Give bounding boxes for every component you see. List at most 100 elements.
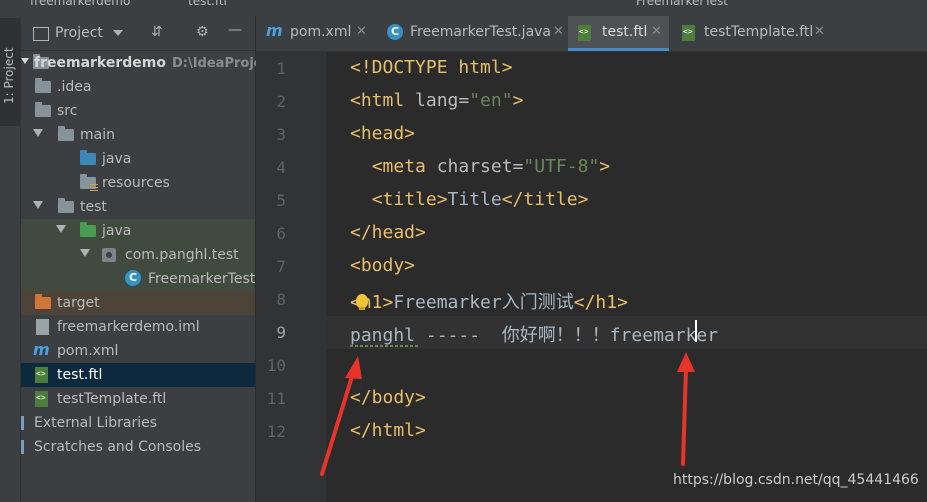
tree-item-label: testTemplate.ftl	[57, 391, 167, 407]
code-text: panghl ----- 你好啊！！！freemarker	[350, 321, 718, 347]
code-line-current[interactable]: panghl ----- 你好啊！！！freemarker	[326, 316, 927, 349]
tree-item-package[interactable]: com.panghl.test	[21, 243, 255, 267]
tree-item-label: src	[57, 103, 78, 119]
code-line[interactable]: <!DOCTYPE html>	[326, 52, 927, 85]
project-panel-title[interactable]: Project	[55, 25, 103, 41]
folder-icon	[35, 78, 51, 93]
tree-item-module[interactable]: freemarkerdemo D:\IdeaProject	[21, 51, 277, 75]
code-line[interactable]: <meta charset="UTF-8">	[326, 151, 927, 184]
tree-item-label: target	[57, 295, 100, 311]
folder-icon	[58, 126, 74, 141]
tab-freemarkertest-java[interactable]: C FreemarkerTest.java ✕	[377, 16, 567, 51]
tree-item-freemarkertest[interactable]: C FreemarkerTest	[21, 267, 255, 291]
scratches-icon	[21, 440, 24, 454]
code-tag: <!DOCTYPE html>	[350, 57, 513, 78]
breadcrumb-project[interactable]: freemarkerdemo	[30, 0, 130, 8]
line-number: 8	[276, 290, 286, 309]
code-line[interactable]: <h1>Freemarker入门测试</h1>	[326, 283, 927, 316]
tree-item-label: External Libraries	[34, 415, 157, 431]
tree-item-label: resources	[102, 175, 170, 191]
ftl-file-icon	[35, 367, 48, 383]
tree-item-external-libraries[interactable]: External Libraries	[21, 411, 255, 435]
close-icon[interactable]: ✕	[553, 24, 564, 39]
chevron-down-icon[interactable]	[21, 58, 29, 64]
code-tag: </head>	[350, 222, 426, 243]
tree-item-label: com.panghl.test	[125, 247, 239, 263]
tree-item-label: pom.xml	[57, 343, 119, 359]
gear-icon[interactable]: ⚙	[196, 24, 209, 40]
code-tag: </html>	[350, 420, 426, 441]
chevron-down-icon[interactable]	[80, 249, 90, 257]
chevron-down-icon[interactable]	[56, 225, 66, 233]
code-line[interactable]: <html lang="en">	[326, 85, 927, 118]
project-tool-tab[interactable]: 1: Project	[0, 18, 20, 126]
line-number: 6	[276, 224, 286, 243]
code-tag: <meta	[371, 156, 426, 177]
tree-item-idea[interactable]: .idea	[21, 75, 255, 99]
tree-item-target[interactable]: target	[21, 291, 255, 315]
ftl-file-icon	[578, 25, 591, 41]
breadcrumb-file[interactable]: test.ftl	[188, 0, 227, 8]
tree-item-label: java	[102, 151, 132, 167]
code-tag: </h1>	[573, 292, 628, 313]
tree-item-resources[interactable]: resources	[21, 171, 255, 195]
tree-item-label: freemarkerdemo.iml	[57, 319, 200, 335]
tree-item-test-ftl[interactable]: test.ftl	[21, 363, 255, 387]
watermark: https://blog.csdn.net/qq_45441466	[673, 472, 919, 488]
minimize-icon[interactable]: —	[228, 22, 242, 38]
tree-item-src[interactable]: src	[21, 99, 255, 123]
folder-icon	[35, 102, 51, 117]
chevron-down-icon[interactable]	[113, 30, 123, 36]
tree-item-label: freemarkerdemo D:\IdeaProject	[34, 55, 277, 71]
tree-item-main-java[interactable]: java	[21, 147, 255, 171]
tab-test-ftl[interactable]: test.ftl ✕	[568, 16, 669, 51]
code-tag: <head>	[350, 123, 416, 144]
code-editor[interactable]: <!DOCTYPE html> <html lang="en"> <head> …	[326, 52, 927, 502]
code-tag: </body>	[350, 387, 426, 408]
code-content: Freemarker入门测试	[393, 292, 574, 313]
code-line[interactable]: </html>	[326, 415, 927, 448]
line-number: 7	[276, 257, 286, 276]
tree-item-testtemplate-ftl[interactable]: testTemplate.ftl	[21, 387, 255, 411]
code-line[interactable]: <body>	[326, 250, 927, 283]
tool-window-strip: 1: Project	[0, 16, 21, 502]
chevron-down-icon[interactable]	[33, 201, 43, 209]
project-panel: Project ⇵ ⚙ — freemarkerdemo D:\IdeaProje…	[21, 16, 277, 502]
code-line[interactable]	[326, 349, 927, 382]
chevron-down-icon[interactable]	[33, 129, 43, 137]
tree-item-scratches[interactable]: Scratches and Consoles	[21, 435, 255, 459]
close-icon[interactable]: ✕	[651, 24, 662, 39]
folder-icon	[58, 198, 74, 213]
maven-icon: m	[33, 340, 50, 359]
code-string: "UTF-8"	[523, 156, 600, 177]
lightbulb-icon[interactable]	[356, 294, 368, 310]
tree-item-test-java[interactable]: java	[21, 219, 255, 243]
tree-item-label: test	[80, 199, 107, 215]
code-line[interactable]: </body>	[326, 382, 927, 415]
code-tag: <html	[350, 90, 405, 111]
code-line[interactable]: <title>Title</title>	[326, 184, 927, 217]
close-icon[interactable]: ✕	[356, 24, 367, 39]
code-text: </html>	[350, 420, 426, 441]
line-number: 9	[276, 323, 286, 342]
tab-pom-xml[interactable]: m pom.xml ✕	[256, 16, 373, 51]
close-icon[interactable]: ✕	[814, 24, 825, 39]
tree-item-main[interactable]: main	[21, 123, 255, 147]
code-attr: charset=	[425, 156, 524, 177]
run-config-selector[interactable]: FreemarkerTest	[636, 0, 728, 8]
tree-item-label: main	[80, 127, 115, 143]
tree-item-pom[interactable]: m pom.xml	[21, 339, 255, 363]
line-number: 5	[276, 191, 286, 210]
code-tag: <body>	[350, 255, 416, 276]
tree-item-test[interactable]: test	[21, 195, 255, 219]
code-line[interactable]: </head>	[326, 217, 927, 250]
tree-item-iml[interactable]: freemarkerdemo.iml	[21, 315, 255, 339]
code-text: <title>Title</title>	[350, 189, 589, 210]
code-text: <head>	[350, 123, 415, 144]
code-line[interactable]: <head>	[326, 118, 927, 151]
code-text: <h1>Freemarker入门测试</h1>	[350, 288, 628, 314]
tab-testtemplate-ftl[interactable]: testTemplate.ftl ✕	[672, 16, 832, 51]
collapse-icon[interactable]: ⇵	[151, 24, 163, 40]
code-tag: >	[512, 90, 524, 111]
